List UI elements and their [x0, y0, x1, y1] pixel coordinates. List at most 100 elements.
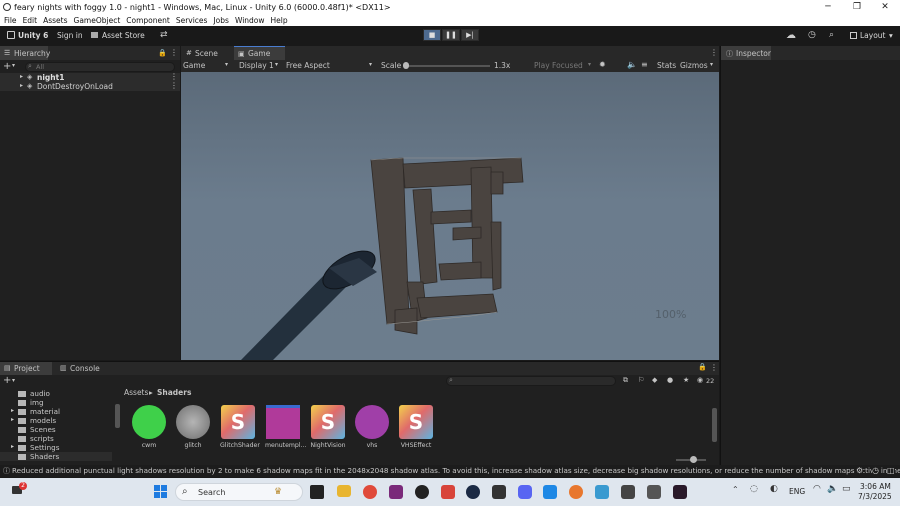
sign-in-button[interactable]: Sign in [57, 31, 83, 40]
hierarchy-row-night1[interactable]: ▸ ◈ night1 ⋮ [0, 72, 180, 82]
folder-scenes[interactable]: Scenes [18, 425, 56, 434]
lock-icon[interactable]: 🔒 [698, 363, 707, 371]
add-icon[interactable]: + [3, 61, 11, 72]
aspect-dropdown[interactable]: Free Aspect [286, 61, 330, 70]
eye-icon[interactable]: ◉ [697, 376, 703, 384]
tag-icon[interactable]: ◆ [652, 376, 657, 384]
play-button[interactable]: ■ [423, 29, 441, 41]
project-search-input[interactable] [446, 376, 616, 386]
app-icon[interactable] [492, 485, 506, 499]
discord-icon[interactable] [518, 485, 532, 499]
more-icon[interactable]: ⋮ [170, 48, 178, 57]
folder-audio[interactable]: audio [18, 389, 50, 398]
tab-inspector[interactable]: ⓘ Inspector [721, 46, 771, 60]
app-icon[interactable] [595, 485, 609, 499]
more-icon[interactable]: ⋮ [710, 48, 718, 57]
hierarchy-search-input[interactable] [25, 62, 175, 72]
menu-edit[interactable]: Edit [23, 16, 38, 25]
app-icon[interactable] [441, 485, 455, 499]
menu-window[interactable]: Window [235, 16, 265, 25]
tray-icon[interactable]: ◐ [770, 484, 778, 494]
windows-start-icon[interactable] [154, 485, 167, 498]
task-view-icon[interactable] [310, 485, 324, 499]
breadcrumb-assets[interactable]: Assets [124, 388, 148, 397]
asset-nightvision[interactable]: S NightVision [310, 405, 346, 449]
add-icon[interactable]: + [3, 375, 11, 386]
tab-project[interactable]: ▤ Project [0, 362, 52, 375]
search-by-label-icon[interactable]: ⚐ [638, 376, 644, 384]
play-focused-dropdown[interactable]: Play Focused [534, 61, 583, 70]
steam-icon[interactable] [466, 485, 480, 499]
speaker-icon[interactable]: 🔈 [627, 60, 637, 69]
tab-scene[interactable]: # Scene [181, 46, 231, 60]
folder-settings[interactable]: ▸ Settings [11, 443, 59, 452]
volume-icon[interactable]: 🔈 [827, 484, 838, 494]
menu-jobs[interactable]: Jobs [213, 16, 228, 25]
menu-gameobject[interactable]: GameObject [74, 16, 121, 25]
language-indicator[interactable]: ENG [789, 487, 805, 496]
network-icon[interactable]: ◫ [887, 465, 895, 477]
asset-store-button[interactable]: Asset Store [102, 31, 145, 40]
tab-console[interactable]: ▥ Console [56, 362, 106, 375]
app-icon[interactable] [415, 485, 429, 499]
menu-file[interactable]: File [4, 16, 17, 25]
app-icon[interactable] [673, 485, 687, 499]
menu-help[interactable]: Help [271, 16, 288, 25]
scale-slider[interactable] [405, 65, 490, 67]
lock-icon[interactable]: 🔒 [158, 49, 167, 57]
unity-icon[interactable] [647, 485, 661, 499]
sliders-icon[interactable]: ≡ [641, 60, 648, 69]
gizmos-button[interactable]: Gizmos [680, 61, 708, 70]
layout-dropdown[interactable]: Layout [860, 31, 886, 40]
thumbnail-size-handle[interactable] [690, 456, 697, 463]
menu-assets[interactable]: Assets [43, 16, 67, 25]
asset-menutemplate[interactable]: menutempl... [265, 405, 307, 449]
vscode-icon[interactable] [543, 485, 557, 499]
close-button[interactable]: ✕ [871, 0, 899, 14]
more-icon[interactable]: ⋮ [170, 81, 178, 90]
folder-img[interactable]: img [18, 398, 44, 407]
asset-grid-scrollbar[interactable] [712, 408, 717, 442]
folder-shaders[interactable]: Shaders [0, 452, 112, 461]
minimize-button[interactable]: ─ [814, 0, 842, 14]
step-button[interactable]: ▶| [461, 29, 479, 41]
status-bar[interactable]: ⓘ Reduced additional punctual light shad… [0, 465, 900, 477]
folder-scripts[interactable]: scripts [18, 434, 54, 443]
asset-cwm[interactable]: cwm [131, 405, 167, 449]
clock-time[interactable]: 3:06 AM [860, 482, 891, 491]
breadcrumb-shaders[interactable]: Shaders [157, 388, 191, 397]
wifi-icon[interactable]: ◠ [813, 484, 821, 494]
folder-tree-scrollbar[interactable] [115, 404, 120, 428]
chevron-up-icon[interactable]: ⌃ [732, 485, 739, 494]
version-control-icon[interactable]: ⇄ [160, 30, 168, 40]
more-icon[interactable]: ⋮ [170, 72, 178, 81]
bug-icon[interactable]: ✹ [599, 60, 606, 69]
taskbar-search[interactable]: ⌕ Search ♛ [175, 483, 303, 501]
menu-services[interactable]: Services [176, 16, 208, 25]
menu-component[interactable]: Component [126, 16, 170, 25]
star-icon[interactable]: ★ [683, 376, 689, 384]
app-icon[interactable] [389, 485, 403, 499]
account-button[interactable]: Unity 6 [18, 31, 48, 40]
cloud-icon[interactable]: ☁ [786, 30, 796, 41]
scale-slider-handle[interactable] [403, 62, 409, 69]
asset-glitch[interactable]: glitch [175, 405, 211, 449]
search-icon[interactable]: ⌕ [829, 30, 834, 40]
maximize-button[interactable]: ❐ [843, 0, 871, 14]
hierarchy-row-dontdestroyonload[interactable]: ▸ ◈ DontDestroyOnLoad ⋮ [0, 81, 180, 91]
battery-icon[interactable]: ▭ [842, 484, 851, 494]
unity-hub-icon[interactable] [621, 485, 635, 499]
tray-icon[interactable]: ◌ [750, 484, 758, 494]
warning-filter-icon[interactable]: ● [667, 376, 673, 384]
progress-icon[interactable]: ◷ [872, 465, 879, 477]
more-icon[interactable]: ⋮ [710, 363, 718, 372]
display-dropdown[interactable]: Display 1 [239, 61, 274, 70]
folder-models[interactable]: ▸ models [11, 416, 56, 425]
tab-game[interactable]: ▣ Game [234, 46, 285, 60]
folder-material[interactable]: ▸ material [11, 407, 60, 416]
asset-glitchshader[interactable]: S GlitchShader [220, 405, 260, 449]
history-icon[interactable]: ◷ [808, 30, 816, 40]
settings-icon[interactable]: ⚙ [856, 465, 864, 477]
clock-date[interactable]: 7/3/2025 [858, 492, 892, 501]
asset-vhs[interactable]: vhs [354, 405, 390, 449]
